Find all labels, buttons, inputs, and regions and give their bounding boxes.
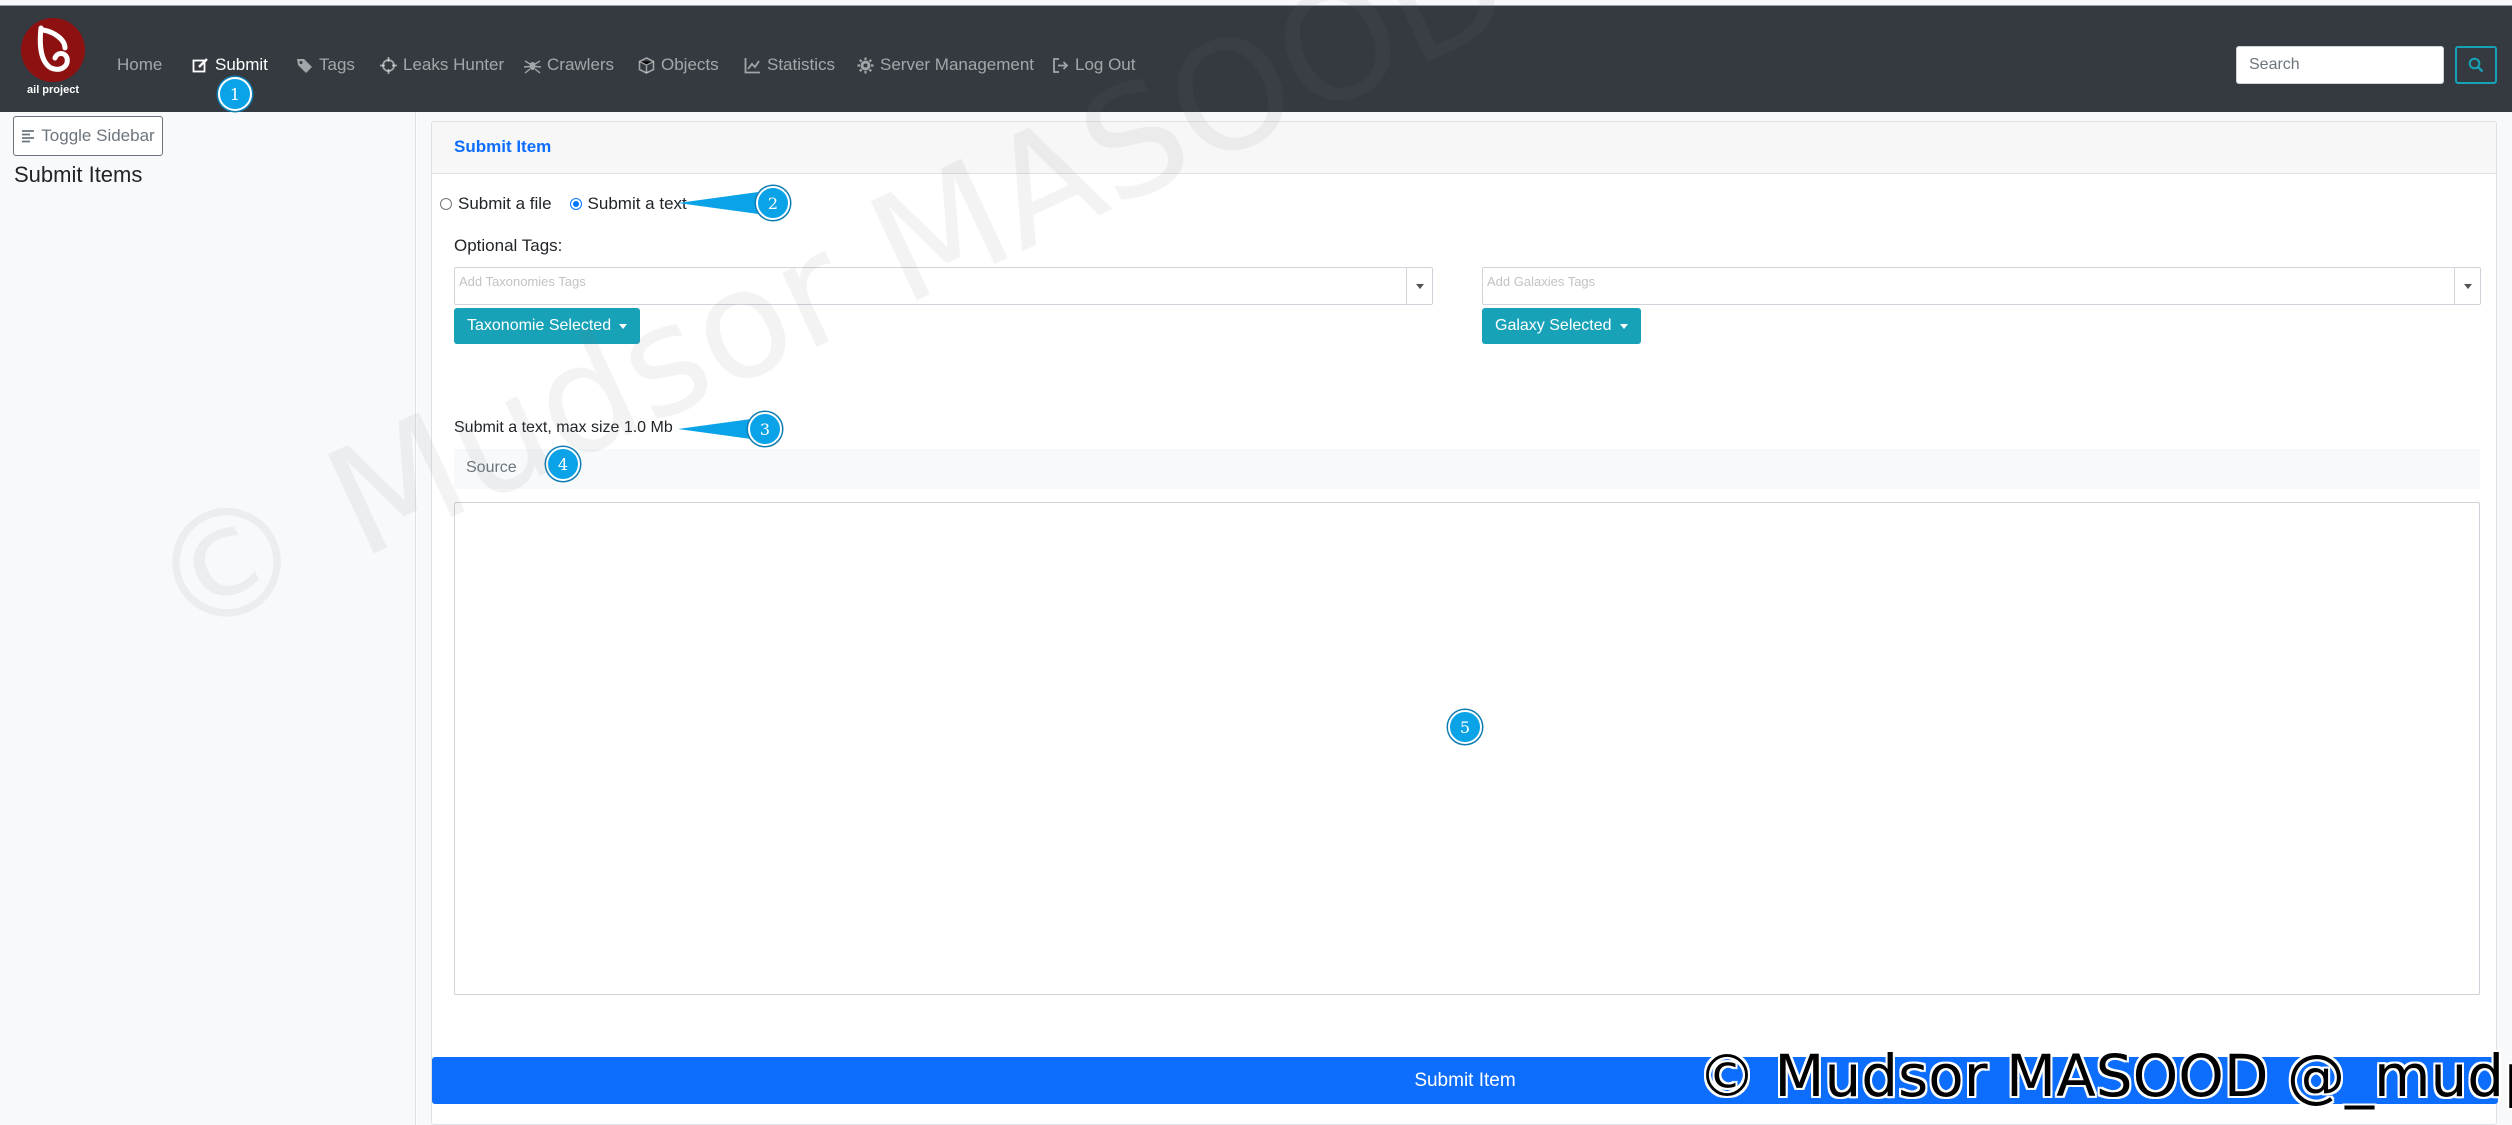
galaxy-selected-button[interactable]: Galaxy Selected <box>1482 308 1641 344</box>
nav-objects-label: Objects <box>661 55 719 74</box>
chart-icon <box>744 57 760 73</box>
nav-submit-label: Submit <box>215 55 268 74</box>
edit-icon <box>192 57 208 72</box>
nav-statistics-label: Statistics <box>767 55 836 74</box>
nav-leaks-hunter[interactable]: Leaks Hunter <box>380 48 504 82</box>
submit-item-card: Submit Item Submit a file Submit a text … <box>431 121 2498 1125</box>
sign-out-icon <box>1053 57 1069 73</box>
submit-item-button[interactable]: Submit Item <box>432 1057 2498 1104</box>
chevron-down-icon <box>2463 283 2472 289</box>
caret-down-icon <box>619 323 628 329</box>
taxonomie-selected-label: Taxonomie Selected <box>467 317 612 334</box>
crosshairs-icon <box>380 56 397 74</box>
source-input[interactable]: Source <box>454 449 2480 489</box>
nav-leaks-hunter-label: Leaks Hunter <box>403 55 505 74</box>
nav-log-out-label: Log Out <box>1075 55 1136 74</box>
radio-submit-file-label[interactable]: Submit a file <box>458 194 552 214</box>
toggle-sidebar-label: Toggle Sidebar <box>41 126 155 145</box>
logo-emblem <box>21 18 85 82</box>
search-button[interactable] <box>2455 46 2497 84</box>
annotation-marker-3: 3 <box>748 412 782 446</box>
nav-tags-label: Tags <box>319 55 355 74</box>
search-icon <box>2468 57 2484 73</box>
nav-server-management-label: Server Management <box>880 55 1035 74</box>
galaxies-placeholder: Add Galaxies Tags <box>1487 274 1596 289</box>
source-placeholder: Source <box>466 459 517 476</box>
tag-icon <box>297 58 312 73</box>
submit-mode-radios: Submit a file Submit a text <box>440 194 687 214</box>
nav-statistics[interactable]: Statistics <box>744 48 835 82</box>
nav-tags[interactable]: Tags <box>296 48 355 82</box>
nav-server-management[interactable]: Server Management <box>857 48 1034 82</box>
sidebar: Toggle Sidebar Submit Items <box>0 112 416 1125</box>
caret-down-icon <box>1619 323 1628 329</box>
nav-objects[interactable]: Objects <box>638 48 719 82</box>
ail-project-logo[interactable]: ail project <box>18 18 88 102</box>
sidebar-title: Submit Items <box>14 162 143 187</box>
radio-submit-text-label[interactable]: Submit a text <box>588 194 687 214</box>
top-navbar: ail project Home Submit Tags Leaks Hunte… <box>0 6 2512 112</box>
radio-submit-file[interactable] <box>440 198 452 210</box>
card-header: Submit Item <box>432 122 2496 174</box>
paste-content-textarea[interactable] <box>454 502 2480 995</box>
galaxy-selected-label: Galaxy Selected <box>1495 317 1612 334</box>
taxonomies-tags-select[interactable]: Add Taxonomies Tags <box>454 267 1433 305</box>
taxonomie-selected-button[interactable]: Taxonomie Selected <box>454 308 641 344</box>
annotation-marker-5: 5 <box>1448 710 1482 744</box>
submit-text-size-label: Submit a text, max size 1.0 Mb <box>454 419 673 436</box>
annotation-marker-1: 1 <box>218 77 252 111</box>
chevron-down-icon <box>1415 283 1424 289</box>
cog-icon <box>857 57 874 73</box>
cube-icon <box>638 56 655 74</box>
toggle-sidebar-button[interactable]: Toggle Sidebar <box>13 116 163 156</box>
annotation-marker-2: 2 <box>756 186 790 220</box>
nav-crawlers-label: Crawlers <box>547 55 615 74</box>
search-input[interactable] <box>2236 46 2444 84</box>
nav-crawlers[interactable]: Crawlers <box>524 48 614 82</box>
galaxies-tags-select[interactable]: Add Galaxies Tags <box>1482 267 2481 305</box>
radio-submit-text[interactable] <box>569 198 582 210</box>
align-left-icon <box>22 130 35 143</box>
optional-tags-label: Optional Tags: <box>454 236 563 255</box>
taxonomies-placeholder: Add Taxonomies Tags <box>459 274 586 289</box>
annotation-marker-4: 4 <box>546 447 580 481</box>
galaxies-dropdown-arrow[interactable] <box>2454 268 2480 304</box>
nav-log-out[interactable]: Log Out <box>1052 48 1136 82</box>
taxonomies-dropdown-arrow[interactable] <box>1406 268 1432 304</box>
nav-home-label: Home <box>117 55 163 74</box>
spider-icon <box>524 59 541 74</box>
logo-text: ail project <box>27 84 79 96</box>
card-title: Submit Item <box>454 137 552 156</box>
nav-home[interactable]: Home <box>117 48 162 82</box>
